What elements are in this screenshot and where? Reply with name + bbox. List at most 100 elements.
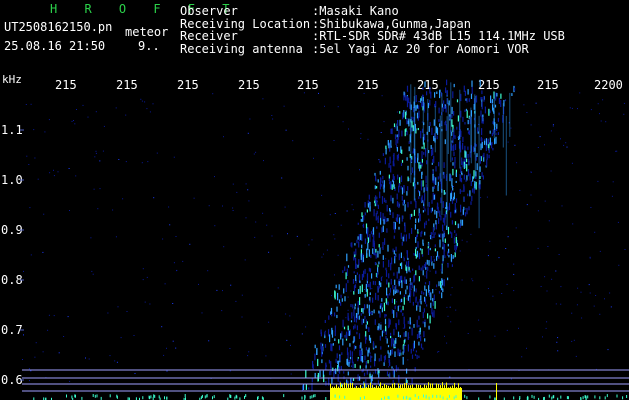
echo-fragment [381,298,383,302]
noise-dot [546,290,548,292]
echo-fragment [377,250,379,258]
echo-fragment [415,270,417,276]
echo-fragment [417,181,419,185]
echo-fragment [340,294,342,298]
echo-fragment [350,242,352,247]
echo-fragment [415,350,417,353]
echo-fragment [433,155,435,164]
echo-streak [410,119,412,183]
noise-dot [433,256,435,258]
noise-dot [589,257,591,259]
echo-streak [478,115,480,229]
echo-fragment [376,210,378,215]
noise-dot [349,329,351,331]
noise-dot [540,286,542,287]
echo-fragment [432,298,434,302]
echo-fragment [376,196,378,200]
echo-fragment [406,117,408,125]
echo-streak [439,115,441,182]
echo-fragment [418,213,421,219]
echo-fragment [446,79,448,86]
echo-fragment [367,360,369,364]
echo-fragment [353,256,355,261]
echo-fragment [409,277,411,282]
echo-fragment [418,355,420,358]
noise-spike [527,396,529,400]
echo-fragment [454,162,456,169]
echo-fragment [480,143,482,151]
noise-dot [347,309,349,311]
echo-fragment [476,153,478,157]
echo-fragment [398,129,400,137]
noise-dot [446,342,448,344]
echo-fragment [433,263,435,269]
echo-fragment [398,267,400,274]
noise-dot [461,190,463,192]
noise-dot [380,322,382,324]
noise-dot [152,103,154,105]
echo-fragment [403,340,405,344]
echo-fragment [346,347,349,355]
echo-fragment [337,292,339,301]
echo-fragment [406,261,408,267]
noise-dot [466,241,468,243]
echo-fragment [403,110,405,118]
noise-dot [402,327,404,329]
echo-fragment [500,93,502,99]
echo-fragment [392,197,394,204]
echo-fragment [329,334,331,343]
echo-fragment [423,187,425,193]
noise-dot [552,125,554,127]
echo-fragment [409,214,411,220]
noise-spike [466,396,468,400]
noise-dot [28,164,30,165]
echo-fragment [433,294,435,301]
echo-fragment [380,303,382,306]
echo-fragment [358,275,361,279]
echo-fragment [429,86,431,94]
echo-fragment [372,227,375,235]
echo-fragment [455,172,457,177]
noise-dot [396,301,398,303]
echo-fragment [451,232,453,238]
echo-fragment [482,114,484,118]
noise-dot [109,355,111,357]
echo-fragment [393,343,395,349]
noise-spike [257,396,258,400]
echo-fragment [405,112,407,120]
x-axis-ticks: 215 215 215 215 215 215 215 215 215 2200 [55,78,623,92]
echo-fragment [459,175,462,182]
echo-fragment [465,108,468,111]
echo-fragment [407,186,409,191]
y-tick-label: 1.1 [1,123,23,137]
noise-dot [557,337,559,339]
echo-fragment [353,345,355,351]
noise-dot [563,144,565,146]
echo-fragment [401,275,403,281]
echo-fragment [418,341,420,346]
echo-fragment [417,229,419,232]
noise-spike [94,394,96,398]
echo-fragment [495,98,497,101]
noise-dot [47,329,49,331]
echo-fragment [401,187,404,195]
echo-fragment [386,287,388,296]
echo-fragment [399,275,401,284]
echo-fragment [431,149,433,157]
echo-fragment [424,134,426,141]
echo-fragment [429,122,431,127]
noise-dot [352,209,354,211]
echo-fragment [440,215,442,221]
carrier-spike [366,386,367,395]
noise-dot [268,321,270,323]
echo-fragment [475,95,478,103]
carrier-spike [448,387,449,396]
echo-fragment [381,330,383,337]
echo-fragment [420,185,423,191]
echo-fragment [428,260,430,266]
echo-fragment [451,114,453,118]
echo-fragment [445,87,447,93]
echo-fragment [394,299,396,305]
echo-fragment [312,364,314,370]
noise-dot [385,258,387,260]
